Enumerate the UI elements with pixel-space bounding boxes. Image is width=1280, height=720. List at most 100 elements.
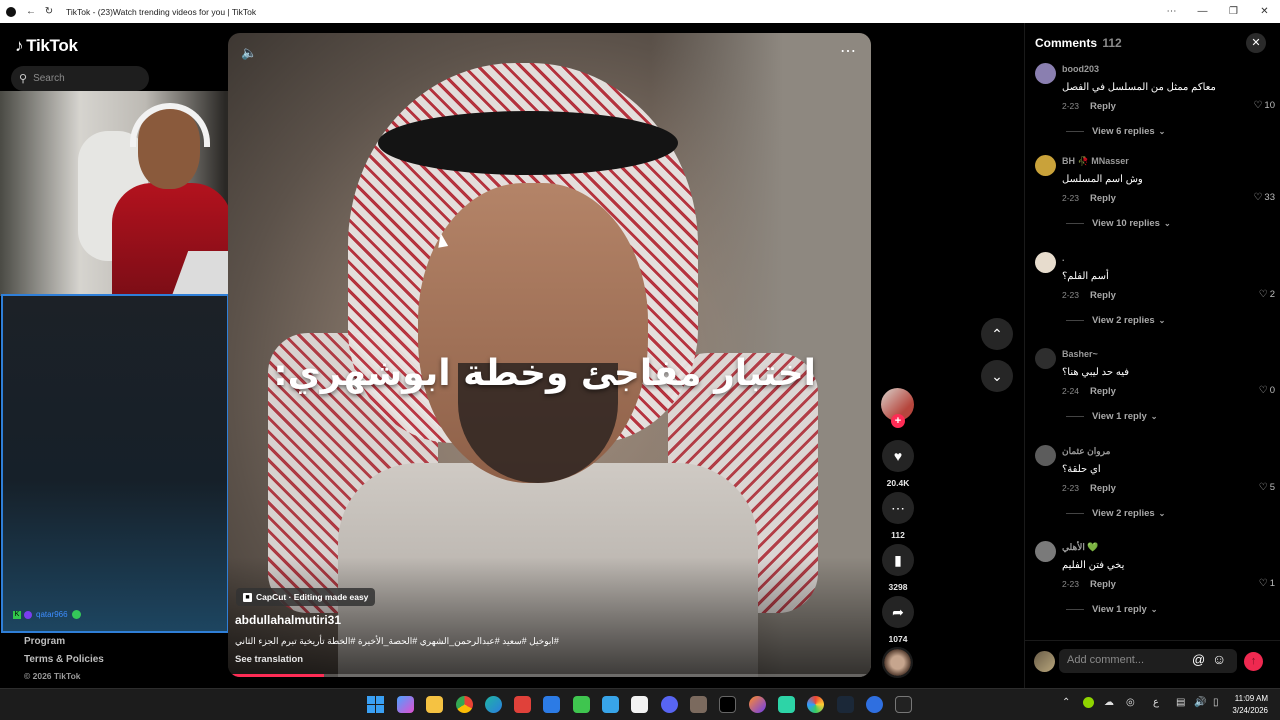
maximize-icon[interactable]: ❐ — [1218, 6, 1249, 17]
add-comment-input[interactable]: Add comment... — [1059, 649, 1237, 673]
comment-like-button[interactable]: ♡ 2 — [1259, 289, 1275, 300]
comment-username[interactable]: مروان عثمان — [1062, 446, 1110, 457]
comment-text: وش اسم المسلسل — [1062, 174, 1143, 185]
video-progress-bar[interactable] — [228, 674, 871, 677]
browser-icon[interactable] — [749, 696, 766, 713]
minimize-icon[interactable]: — — [1187, 6, 1218, 17]
tray-cloud-icon[interactable]: ☁ — [1104, 697, 1114, 708]
tiktok-app-icon[interactable] — [719, 696, 736, 713]
chevron-up-icon: ⌃ — [991, 325, 1003, 342]
next-video-button[interactable]: ⌄ — [981, 360, 1013, 392]
more-menu-icon[interactable]: ⋯ — [1156, 6, 1187, 17]
heart-icon[interactable]: ♥ — [882, 440, 914, 472]
app-edge-blue-icon[interactable] — [866, 696, 883, 713]
comment-icon[interactable]: ⋯ — [882, 492, 914, 524]
view-replies-label: View 1 reply — [1092, 604, 1147, 615]
kick-app-icon[interactable] — [573, 696, 590, 713]
start-button[interactable] — [367, 696, 384, 713]
app-colorful-icon[interactable] — [807, 696, 824, 713]
tiktok-logo[interactable]: ♪ TikTok — [15, 36, 78, 56]
video-more-icon[interactable]: ⋯ — [840, 41, 857, 61]
video-author[interactable]: abdullahalmutiri31 — [235, 613, 341, 627]
app-blue-icon[interactable] — [602, 696, 619, 713]
mention-icon[interactable]: @ — [1192, 652, 1205, 667]
system-clock[interactable]: 11:09 AM 3/24/2026 — [1232, 693, 1268, 717]
app-teal-icon[interactable] — [778, 696, 795, 713]
reply-button[interactable]: Reply — [1090, 579, 1116, 590]
reply-button[interactable]: Reply — [1090, 290, 1116, 301]
follow-plus-icon[interactable]: + — [891, 414, 905, 428]
comment-username[interactable]: bood203 — [1062, 64, 1099, 74]
tray-app-icon[interactable] — [1083, 697, 1094, 708]
capcut-badge[interactable]: ■ CapCut · Editing made easy — [236, 588, 376, 606]
discord-icon[interactable] — [661, 696, 678, 713]
see-translation-link[interactable]: See translation — [235, 654, 303, 665]
video-player[interactable]: 🔈 ⋯ اختبار مفاجئ وخطة ابوشهري: ■ CapCut … — [228, 33, 871, 677]
reply-button[interactable]: Reply — [1090, 386, 1116, 397]
chevron-down-icon: ⌄ — [1150, 605, 1158, 614]
comment-avatar[interactable] — [1035, 155, 1056, 176]
reply-button[interactable]: Reply — [1090, 193, 1116, 204]
search-input[interactable]: ⚲ Search — [11, 66, 149, 91]
volume-icon[interactable]: 🔈 — [241, 45, 257, 61]
view-replies-button[interactable]: View 6 replies ⌄ — [1066, 126, 1165, 137]
view-replies-button[interactable]: View 2 replies ⌄ — [1066, 508, 1165, 519]
reload-icon[interactable]: ↻ — [40, 0, 58, 23]
music-disc-icon[interactable] — [882, 647, 913, 678]
comment-avatar[interactable] — [1035, 445, 1056, 466]
comment-like-button[interactable]: ♡ 0 — [1259, 385, 1275, 396]
previous-video-button[interactable]: ⌃ — [981, 318, 1013, 350]
comment-like-button[interactable]: ♡ 1 — [1259, 578, 1275, 589]
store-icon[interactable] — [543, 696, 560, 713]
copilot-icon[interactable] — [397, 696, 414, 713]
bookmark-icon[interactable]: ▮ — [882, 544, 914, 576]
comment-text: اي حلقة؟ — [1062, 464, 1101, 475]
game-icon[interactable] — [690, 696, 707, 713]
file-explorer-icon[interactable] — [426, 696, 443, 713]
emoji-icon[interactable]: ☺ — [1212, 651, 1226, 667]
microphone-icon[interactable]: ◎ — [1126, 697, 1135, 708]
comment-like-button[interactable]: ♡ 10 — [1253, 100, 1275, 111]
view-replies-label: View 2 replies — [1092, 315, 1155, 326]
program-link[interactable]: Program — [24, 636, 65, 647]
close-window-icon[interactable]: ✕ — [1249, 6, 1280, 17]
language-indicator[interactable]: ع — [1153, 697, 1159, 708]
app-red-icon[interactable] — [514, 696, 531, 713]
chevron-down-icon: ⌄ — [1158, 509, 1166, 518]
terms-link[interactable]: Terms & Policies — [24, 654, 104, 665]
send-comment-button[interactable]: ↑ — [1244, 652, 1263, 671]
tray-chevron-icon[interactable]: ⌃ — [1062, 697, 1070, 708]
comment-username[interactable]: Basher~ — [1062, 349, 1098, 359]
chrome-icon[interactable] — [456, 696, 473, 713]
document-icon[interactable] — [631, 696, 648, 713]
view-replies-button[interactable]: View 1 reply ⌄ — [1066, 604, 1157, 615]
cod-icon[interactable] — [895, 696, 912, 713]
reply-button[interactable]: Reply — [1090, 483, 1116, 494]
comment-like-count: 2 — [1269, 289, 1275, 300]
network-icon[interactable]: ▤ — [1176, 697, 1185, 708]
comment-avatar[interactable] — [1035, 348, 1056, 369]
save-action[interactable]: ▮ 3298 — [882, 544, 914, 592]
comment-like-button[interactable]: ♡ 5 — [1259, 482, 1275, 493]
like-action[interactable]: ♥ 20.4K — [882, 440, 914, 488]
close-comments-button[interactable]: ✕ — [1246, 33, 1266, 53]
comment-like-button[interactable]: ♡ 33 — [1253, 192, 1275, 203]
comment-action[interactable]: ⋯ 112 — [882, 492, 914, 540]
view-replies-button[interactable]: View 2 replies ⌄ — [1066, 315, 1165, 326]
view-replies-button[interactable]: View 1 reply ⌄ — [1066, 411, 1157, 422]
share-action[interactable]: ➦ 1074 — [882, 596, 914, 644]
comment-avatar[interactable] — [1035, 541, 1056, 562]
comment-username[interactable]: الأهلي 💚 — [1062, 542, 1099, 553]
volume-tray-icon[interactable]: 🔊 — [1194, 697, 1206, 708]
reply-button[interactable]: Reply — [1090, 101, 1116, 112]
back-arrow-icon[interactable]: ← — [22, 0, 40, 23]
steam-icon[interactable] — [837, 696, 854, 713]
view-replies-button[interactable]: View 10 replies ⌄ — [1066, 218, 1171, 229]
edge-icon[interactable] — [485, 696, 502, 713]
battery-icon[interactable]: ▯ — [1213, 697, 1219, 708]
comment-username[interactable]: . — [1062, 253, 1065, 263]
comment-avatar[interactable] — [1035, 63, 1056, 84]
share-icon[interactable]: ➦ — [882, 596, 914, 628]
comment-username[interactable]: BH 🥀 MNasser — [1062, 156, 1129, 167]
comment-avatar[interactable] — [1035, 252, 1056, 273]
